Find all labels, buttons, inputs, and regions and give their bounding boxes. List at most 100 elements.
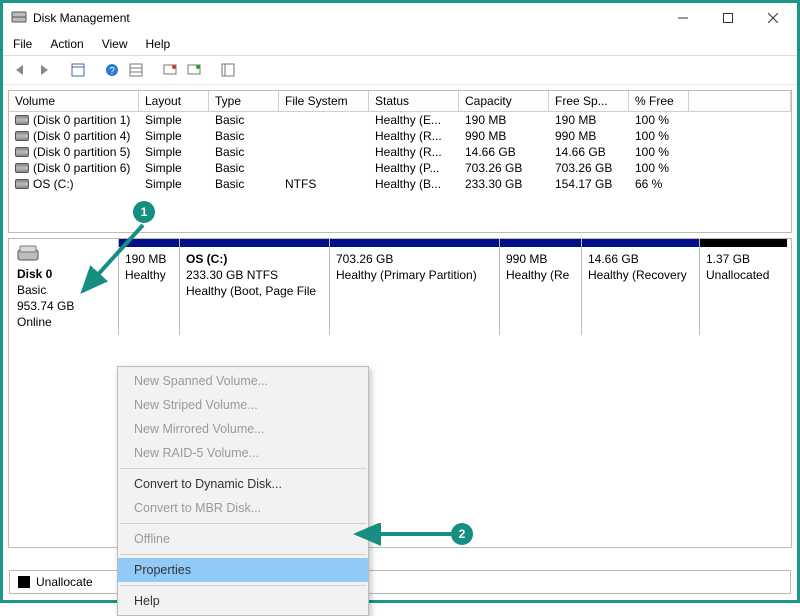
col-layout[interactable]: Layout <box>139 91 209 112</box>
ctx-new-striped: New Striped Volume... <box>118 393 368 417</box>
col-pctfree[interactable]: % Free <box>629 91 689 112</box>
ctx-sep-2 <box>120 523 366 524</box>
volume-free: 703.26 GB <box>549 160 629 176</box>
ctx-sep-1 <box>120 468 366 469</box>
volume-fs <box>279 144 369 160</box>
volume-free: 14.66 GB <box>549 144 629 160</box>
ctx-help[interactable]: Help <box>118 589 368 613</box>
volume-pct: 100 % <box>629 144 689 160</box>
disk-state: Online <box>17 315 110 329</box>
volume-type: Basic <box>209 176 279 192</box>
partition-size: 703.26 GB <box>336 251 493 267</box>
partition-size: 990 MB <box>506 251 575 267</box>
volume-layout: Simple <box>139 160 209 176</box>
ctx-sep-3 <box>120 554 366 555</box>
col-spacer <box>689 91 791 112</box>
menu-file[interactable]: File <box>11 35 34 53</box>
partition[interactable]: 990 MBHealthy (Re <box>499 239 581 335</box>
volume-row[interactable]: OS (C:)SimpleBasicNTFSHealthy (B...233.3… <box>9 176 791 192</box>
volume-row[interactable]: (Disk 0 partition 4)SimpleBasicHealthy (… <box>9 128 791 144</box>
volume-pct: 100 % <box>629 160 689 176</box>
volume-header: Volume Layout Type File System Status Ca… <box>9 91 791 112</box>
maximize-button[interactable] <box>705 3 750 33</box>
volume-row[interactable]: (Disk 0 partition 1)SimpleBasicHealthy (… <box>9 112 791 128</box>
volume-fs <box>279 160 369 176</box>
volume-pct: 100 % <box>629 128 689 144</box>
volume-name: (Disk 0 partition 1) <box>9 112 139 128</box>
volume-capacity: 14.66 GB <box>459 144 549 160</box>
volume-row[interactable]: (Disk 0 partition 5)SimpleBasicHealthy (… <box>9 144 791 160</box>
volume-layout: Simple <box>139 128 209 144</box>
volume-type: Basic <box>209 128 279 144</box>
volume-capacity: 190 MB <box>459 112 549 128</box>
menu-help[interactable]: Help <box>144 35 173 53</box>
volume-type: Basic <box>209 160 279 176</box>
detail-view-icon[interactable] <box>217 59 239 81</box>
menubar: File Action View Help <box>3 33 797 56</box>
volume-name: (Disk 0 partition 6) <box>9 160 139 176</box>
menu-view[interactable]: View <box>100 35 130 53</box>
disk-icon <box>17 245 39 263</box>
ctx-offline: Offline <box>118 527 368 551</box>
volume-status: Healthy (R... <box>369 144 459 160</box>
volume-row[interactable]: (Disk 0 partition 6)SimpleBasicHealthy (… <box>9 160 791 176</box>
col-status[interactable]: Status <box>369 91 459 112</box>
volume-status: Healthy (B... <box>369 176 459 192</box>
flag-icon[interactable] <box>183 59 205 81</box>
partition-status: Healthy (Recovery <box>588 267 693 283</box>
col-free[interactable]: Free Sp... <box>549 91 629 112</box>
volume-status: Healthy (R... <box>369 128 459 144</box>
volume-name: OS (C:) <box>9 176 139 192</box>
volume-fs <box>279 112 369 128</box>
partition-size: 14.66 GB <box>588 251 693 267</box>
app-icon <box>11 10 27 26</box>
legend-swatch-unallocated <box>18 576 30 588</box>
arrow-2 <box>351 523 463 547</box>
volume-free: 154.17 GB <box>549 176 629 192</box>
partition[interactable]: 14.66 GBHealthy (Recovery <box>581 239 699 335</box>
volume-icon <box>15 147 29 157</box>
volume-icon <box>15 163 29 173</box>
volume-icon <box>15 131 29 141</box>
properties-icon[interactable] <box>67 59 89 81</box>
col-capacity[interactable]: Capacity <box>459 91 549 112</box>
callout-2: 2 <box>451 523 473 545</box>
titlebar: Disk Management <box>3 3 797 33</box>
col-type[interactable]: Type <box>209 91 279 112</box>
ctx-new-mirrored: New Mirrored Volume... <box>118 417 368 441</box>
legend-unallocated-label: Unallocate <box>36 575 93 589</box>
forward-button[interactable] <box>33 59 55 81</box>
volume-fs <box>279 128 369 144</box>
menu-action[interactable]: Action <box>48 35 85 53</box>
back-button[interactable] <box>9 59 31 81</box>
volume-name: (Disk 0 partition 5) <box>9 144 139 160</box>
partition-status: Healthy (Primary Partition) <box>336 267 493 283</box>
ctx-convert-dynamic[interactable]: Convert to Dynamic Disk... <box>118 472 368 496</box>
volume-pct: 100 % <box>629 112 689 128</box>
close-button[interactable] <box>750 3 795 33</box>
help-icon[interactable]: ? <box>101 59 123 81</box>
volume-status: Healthy (E... <box>369 112 459 128</box>
partition-status: Healthy (Boot, Page File <box>186 283 323 299</box>
volume-layout: Simple <box>139 112 209 128</box>
list-view-icon[interactable] <box>125 59 147 81</box>
partition-size: 1.37 GB <box>706 251 781 267</box>
partition-strip <box>330 239 499 247</box>
volume-icon <box>15 115 29 125</box>
volume-type: Basic <box>209 144 279 160</box>
volume-icon <box>15 179 29 189</box>
partition[interactable]: OS (C:)233.30 GB NTFSHealthy (Boot, Page… <box>179 239 329 335</box>
partition[interactable]: 1.37 GBUnallocated <box>699 239 787 335</box>
partition-strip <box>700 239 787 247</box>
volume-capacity: 233.30 GB <box>459 176 549 192</box>
volume-fs: NTFS <box>279 176 369 192</box>
refresh-icon[interactable] <box>159 59 181 81</box>
minimize-button[interactable] <box>660 3 705 33</box>
col-volume[interactable]: Volume <box>9 91 139 112</box>
arrow-1 <box>73 221 153 301</box>
partition[interactable]: 703.26 GBHealthy (Primary Partition) <box>329 239 499 335</box>
volume-free: 990 MB <box>549 128 629 144</box>
col-filesystem[interactable]: File System <box>279 91 369 112</box>
ctx-properties[interactable]: Properties <box>118 558 368 582</box>
volume-capacity: 990 MB <box>459 128 549 144</box>
